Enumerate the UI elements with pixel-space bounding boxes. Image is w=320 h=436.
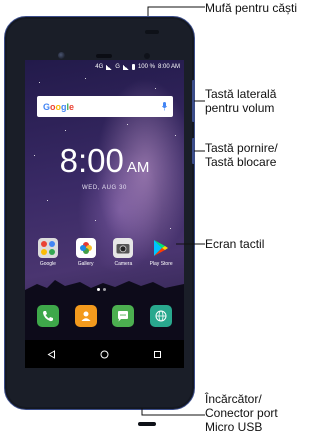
label-charger: Încărcător/ Conector port Micro USB (205, 392, 278, 434)
label-volume-key: Tastă laterală pentru volum (205, 87, 277, 115)
label-headphone-jack: Mufă pentru căști (205, 1, 298, 15)
leader-lines (141, 6, 205, 416)
label-touchscreen: Ecran tactil (205, 237, 265, 251)
leader-charger (141, 408, 205, 416)
leader-headphone-jack (147, 6, 205, 16)
label-power-key: Tastă pornire/ Tastă blocare (205, 141, 278, 169)
